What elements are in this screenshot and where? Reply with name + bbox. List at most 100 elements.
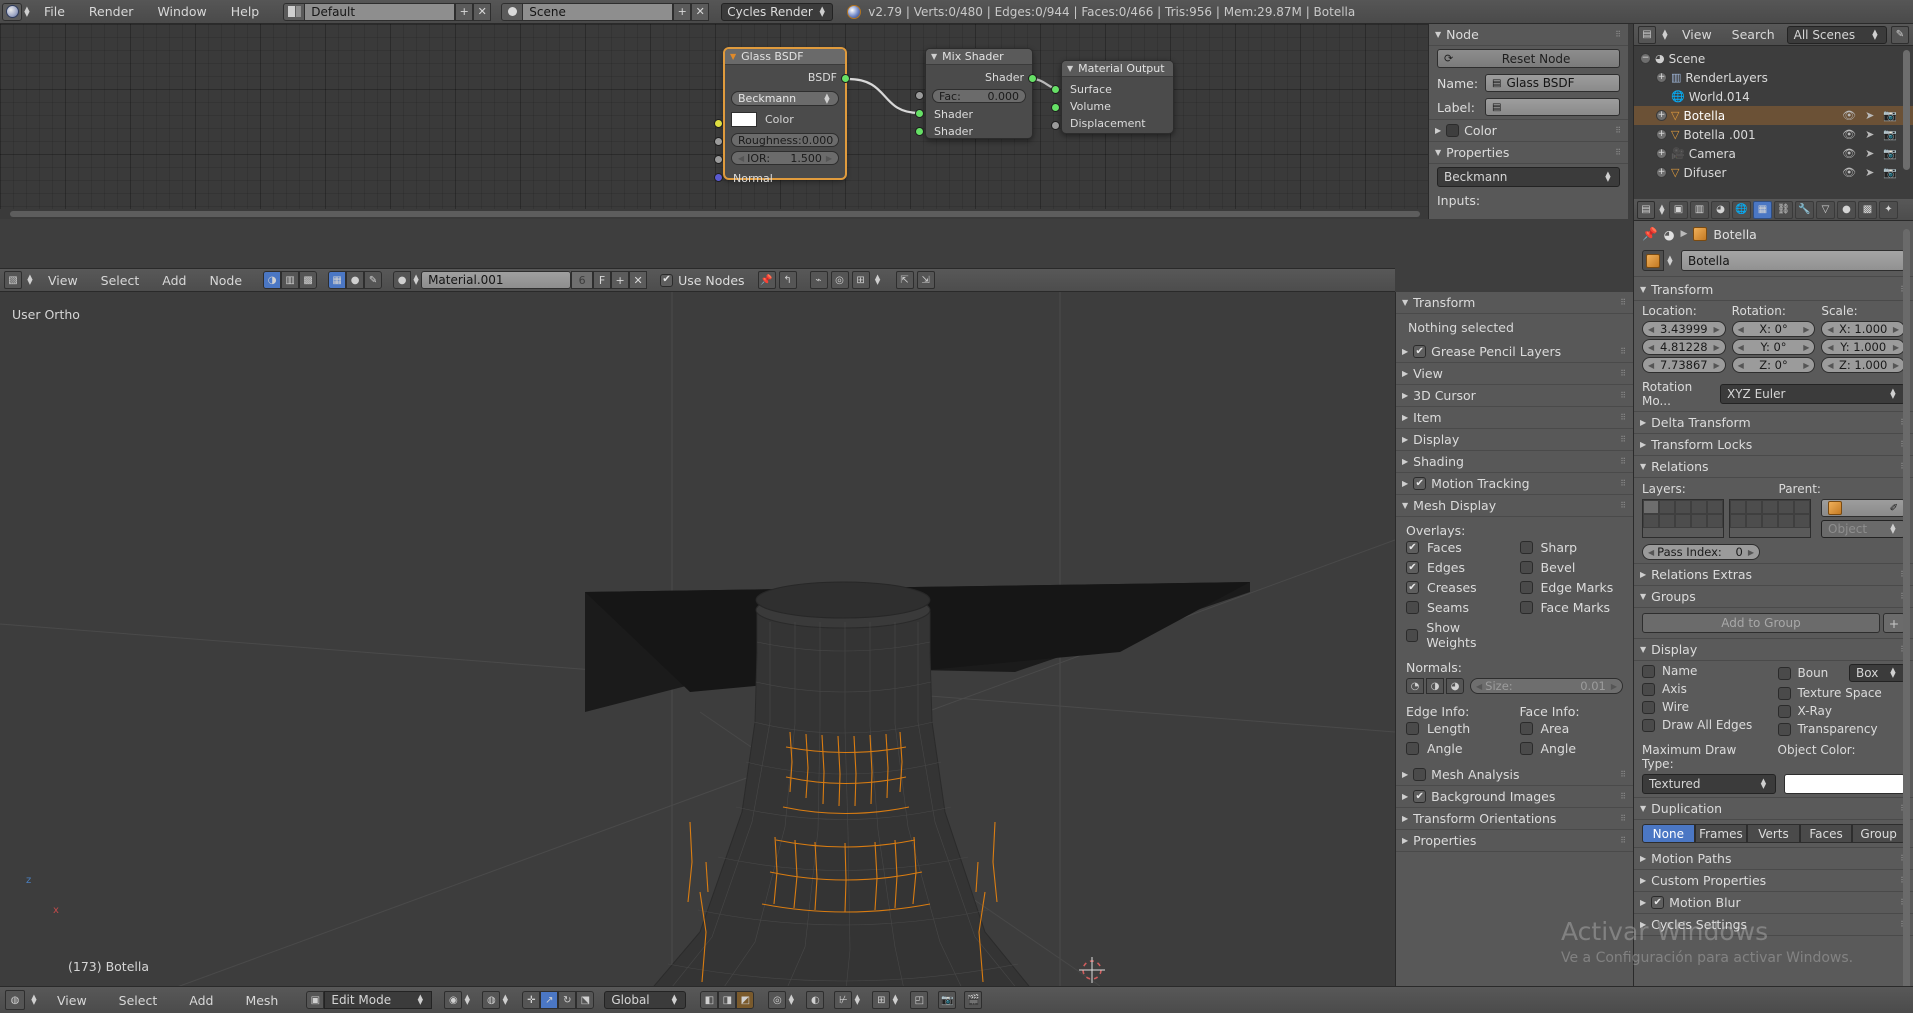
location-fields[interactable]: ◀ 3.43999 ▶ ◀ 4.81228 ▶ ◀ 7.73867 ▶ — [1642, 321, 1726, 373]
normals-split-icon[interactable]: ◑ — [1426, 678, 1444, 694]
unlink-material-button[interactable]: ✕ — [629, 271, 648, 289]
edge-info-options[interactable]: Length Angle — [1406, 721, 1510, 756]
rotation-z-inc[interactable]: ▶ — [1803, 361, 1809, 370]
duplication-option-verts[interactable]: Verts — [1747, 824, 1800, 843]
outliner-item-difuser[interactable]: + ▽ Difuser 👁 ➤ 📷 — [1634, 163, 1913, 182]
node-section-header[interactable]: ▼ Node ⠿ — [1429, 24, 1628, 46]
vp-section-3d-cursor[interactable]: ▶ 3D Cursor ⠿ — [1396, 385, 1633, 407]
transform-orientation-select[interactable]: Global ▲ ▼ — [604, 991, 687, 1009]
groups-panel-header[interactable]: ▼ Groups ⠿ — [1634, 586, 1913, 608]
occlude-geometry-icon[interactable]: ◰ — [910, 991, 929, 1009]
tab-texture[interactable]: ▩ — [1858, 200, 1877, 219]
rotation-fields[interactable]: ◀ X: 0° ▶ ◀ Y: 0° ▶ ◀ Z: 0° ▶ — [1731, 321, 1816, 373]
rotation-z[interactable]: ◀ Z: 0° ▶ — [1731, 357, 1816, 373]
scale-x[interactable]: ◀ X: 1.000 ▶ — [1821, 321, 1906, 337]
overlay-length[interactable]: Length — [1406, 721, 1510, 736]
max-draw-type-spinner[interactable]: ▲ ▼ — [1759, 778, 1769, 790]
vp-transform-header[interactable]: ▼ Transform ⠿ — [1396, 292, 1633, 314]
chevron-right-icon[interactable]: ▶ — [1640, 920, 1646, 929]
socket-ior-input[interactable] — [714, 155, 723, 164]
collapse-triangle-icon[interactable]: ▼ — [1067, 64, 1073, 73]
outliner-tree[interactable]: − ◕ Scene + ▥ RenderLayers 🌐 World.014 + ▽ Botella… — [1634, 46, 1913, 185]
vp-section-checkbox[interactable] — [1413, 790, 1427, 803]
visibility-eye-icon[interactable]: 👁 — [1842, 166, 1856, 179]
vp-section-checkbox[interactable] — [1413, 477, 1427, 490]
motion-blur-checkbox[interactable] — [1651, 896, 1665, 909]
vp-section-view[interactable]: ▶ View ⠿ — [1396, 363, 1633, 385]
rotate-manipulator-icon[interactable]: ↻ — [558, 991, 577, 1009]
node-editor-type-spinner[interactable]: ▲ ▼ — [25, 274, 35, 286]
overlay-checkbox[interactable] — [1406, 722, 1419, 735]
outliner-item-scene[interactable]: − ◕ Scene — [1634, 49, 1913, 68]
render-animation-icon[interactable]: 🎬 — [964, 991, 983, 1009]
node-color-section[interactable]: ▶ Color ⠿ — [1429, 119, 1628, 142]
location-x[interactable]: ◀ 3.43999 ▶ — [1642, 321, 1726, 337]
socket-shader-input-1[interactable] — [915, 109, 924, 118]
rotation-mode-spinner[interactable]: ▲ ▼ — [1888, 388, 1898, 400]
display-checkbox[interactable] — [1642, 718, 1655, 732]
scale-manipulator-icon[interactable]: ⬔ — [576, 991, 595, 1009]
new-group-button[interactable]: + — [1883, 613, 1905, 633]
face-info-options[interactable]: Area Angle — [1519, 721, 1624, 756]
parent-type-select[interactable]: Object ▲ ▼ — [1821, 520, 1905, 538]
vp-section-item[interactable]: ▶ Item ⠿ — [1396, 407, 1633, 429]
pass-index-increment[interactable]: ▶ — [1748, 548, 1754, 557]
renderable-camera-icon[interactable]: 📷 — [1883, 109, 1897, 122]
scene-value[interactable]: Scene — [523, 2, 674, 21]
delta-transform-panel[interactable]: ▶ Delta Transform ⠿ — [1634, 411, 1913, 434]
add-scene-button[interactable]: + — [673, 2, 692, 21]
shader-type-world-icon[interactable]: ▥ — [281, 271, 300, 289]
overlay-checkbox[interactable] — [1406, 628, 1419, 642]
vp-section-mesh-analysis[interactable]: ▶ Mesh Analysis ⠿ — [1396, 764, 1633, 786]
display-checkbox[interactable] — [1777, 686, 1791, 700]
mesh-display-overlays-left[interactable]: Faces Edges Creases Seams Show Weights — [1406, 540, 1510, 650]
properties-scrollbar[interactable] — [1903, 229, 1910, 989]
chevron-right-icon[interactable]: ▶ — [1640, 418, 1646, 427]
snap-spinner[interactable]: ▲ ▼ — [852, 994, 862, 1006]
chevron-right-icon[interactable]: ▶ — [1640, 570, 1646, 579]
renderable-camera-icon[interactable]: 📷 — [1883, 166, 1897, 179]
material-name-field[interactable]: Material.001 — [421, 271, 572, 289]
selectable-cursor-icon[interactable]: ➤ — [1865, 109, 1874, 122]
node-material-output[interactable]: ▼ Material Output Surface Volume Displac… — [1051, 60, 1174, 134]
vp-section-motion-tracking[interactable]: ▶ Motion Tracking ⠿ — [1396, 473, 1633, 495]
overlay-angle[interactable]: Angle — [1519, 741, 1624, 756]
mix-fac-field[interactable]: Fac: 0.000 — [932, 89, 1026, 103]
rotation-x[interactable]: ◀ X: 0° ▶ — [1731, 321, 1816, 337]
manipulator-toggle-icon[interactable]: ✛ — [522, 991, 541, 1009]
proportional-edit-icon[interactable]: ◎ — [768, 991, 787, 1009]
outliner-expander[interactable]: − — [1640, 53, 1651, 64]
outliner-expander[interactable]: + — [1656, 148, 1667, 159]
3d-viewport[interactable]: User Ortho (173) Botella x z — [0, 292, 1395, 986]
chevron-down-icon[interactable]: ▼ — [1640, 592, 1646, 601]
layer-visibility-1-icon[interactable]: ◧ — [700, 991, 719, 1009]
snap-node-icon[interactable]: ⌁ — [809, 271, 828, 289]
node-menu-node[interactable]: Node — [199, 273, 252, 288]
display-options-right[interactable]: Boun Box ▲ ▼ Texture Space X-Ray Transparency — [1777, 664, 1906, 736]
display-checkbox[interactable] — [1642, 700, 1655, 714]
socket-displacement-input[interactable] — [1051, 121, 1060, 130]
duplication-option-frames[interactable]: Frames — [1694, 824, 1748, 843]
tab-object[interactable]: ▦ — [1753, 200, 1772, 219]
outliner-display-mode-spinner[interactable]: ▲ ▼ — [1870, 28, 1880, 40]
glass-distribution-select[interactable]: Beckmann ▲ ▼ — [731, 91, 839, 106]
chevron-right-icon[interactable]: ▶ — [1402, 435, 1408, 444]
editor-type-spinner-top[interactable]: ▲ ▼ — [22, 5, 32, 17]
outliner-item-world-014[interactable]: 🌐 World.014 — [1634, 87, 1913, 106]
proportional-edit-spinner[interactable]: ▲ ▼ — [786, 994, 796, 1006]
display-option-boun[interactable]: Boun Box ▲ ▼ — [1777, 664, 1905, 682]
delete-scene-button[interactable]: ✕ — [691, 2, 710, 21]
overlay-bevel[interactable]: Bevel — [1519, 560, 1624, 575]
glass-distribution-spinner[interactable]: ▲ ▼ — [822, 92, 832, 104]
overlay-edges[interactable]: Edges — [1406, 560, 1510, 575]
scale-x-inc[interactable]: ▶ — [1893, 325, 1899, 334]
node-scrollbar-thumb[interactable] — [10, 211, 1420, 217]
display-option-x-ray[interactable]: X-Ray — [1777, 704, 1906, 718]
display-option-axis[interactable]: Axis — [1642, 682, 1770, 696]
glass-roughness-field[interactable]: Roughness: 0.000 — [731, 133, 839, 147]
scale-y[interactable]: ◀ Y: 1.000 ▶ — [1821, 339, 1906, 355]
material-datablock-spinner[interactable]: ▲ ▼ — [411, 274, 421, 286]
motion-paths-panel[interactable]: ▶ Motion Paths ⠿ — [1634, 847, 1913, 870]
delete-screen-layout-button[interactable]: ✕ — [473, 2, 492, 21]
tab-particles[interactable]: ✦ — [1879, 200, 1898, 219]
